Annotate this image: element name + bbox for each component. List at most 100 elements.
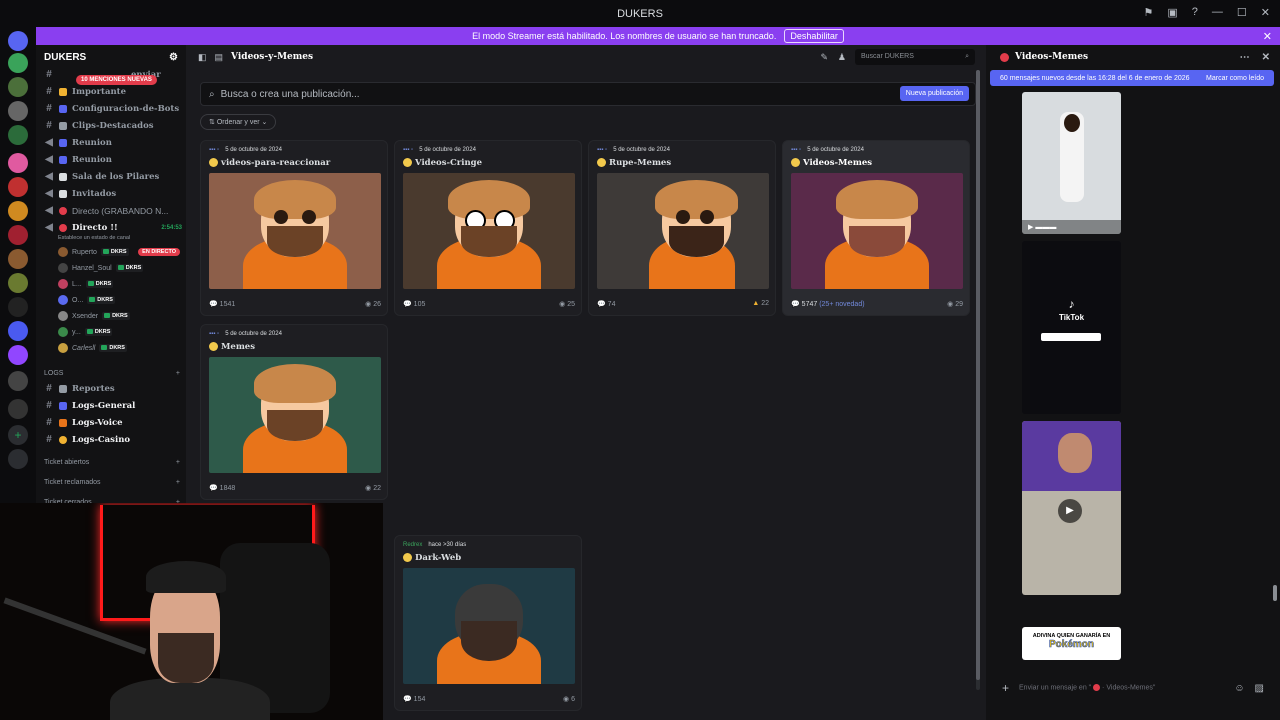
search-placeholder: Buscar DUKERS — [861, 53, 914, 60]
streamer-beard — [158, 633, 214, 683]
channel-sidebar: DUKERS ⚙ #enviar 10 MENCIONES NUEVAS #Im… — [36, 45, 186, 506]
close-icon[interactable]: ✕ — [1263, 30, 1272, 43]
settings-icon[interactable]: ⚙ — [169, 52, 178, 63]
category-tickets-claimed[interactable]: Ticket reclamados + — [44, 479, 180, 486]
video-controls[interactable]: ▶ ▬▬▬ — [1022, 220, 1121, 234]
server-icon[interactable] — [8, 101, 28, 121]
tiktok-embed[interactable]: ♪ TikTok — [1022, 241, 1121, 414]
category-logs[interactable]: LOGS + — [44, 370, 180, 377]
mark-read-button[interactable]: Marcar como leído — [1206, 75, 1264, 82]
post-search-input[interactable]: ⌕ Busca o crea una publicación... Nueva … — [200, 82, 976, 106]
video-embed[interactable]: ▶ — [1022, 421, 1121, 595]
speaker-icon: ◀ — [45, 188, 53, 199]
channel-item-logs-general[interactable]: # Logs-General — [44, 398, 135, 413]
voice-user[interactable]: Xsender DKRS — [58, 309, 130, 323]
server-folder-icon[interactable] — [8, 371, 28, 391]
disable-streamer-button[interactable]: Deshabilitar — [784, 29, 844, 43]
screen-share-icon[interactable]: ▣ — [1167, 6, 1177, 19]
voice-channel-directo[interactable]: ◀ Directo !! 2:54:53 — [44, 220, 182, 235]
server-icon[interactable] — [8, 273, 28, 293]
server-icon[interactable] — [8, 297, 28, 317]
channel-label: Clips-Destacados — [72, 120, 154, 131]
guild-header[interactable]: DUKERS ⚙ — [36, 45, 186, 69]
server-icon[interactable] — [8, 177, 28, 197]
server-icon[interactable] — [8, 321, 28, 341]
channel-icon — [59, 418, 67, 427]
home-server-icon[interactable] — [8, 31, 28, 51]
forum-post-card[interactable]: Redrex hace >30 días Dark-Web 💬 154 ◉ 6 — [394, 535, 582, 711]
inbox-icon[interactable]: ⚑ — [1144, 6, 1154, 19]
sort-label: Ordenar y ver — [216, 119, 260, 126]
emoji-icon — [403, 158, 412, 167]
server-icon[interactable] — [8, 201, 28, 221]
voice-user[interactable]: y... DKRS — [58, 325, 113, 339]
add-server-icon[interactable]: + — [8, 425, 28, 445]
voice-user[interactable]: Carlesll DKRS — [58, 341, 127, 355]
help-icon[interactable]: ? — [1192, 6, 1198, 19]
server-icon[interactable] — [8, 399, 28, 419]
channel-item-logs-casino[interactable]: # Logs-Casino — [44, 432, 130, 447]
banner-text: El modo Streamer está habilitado. Los no… — [472, 31, 777, 41]
new-messages-bar[interactable]: 60 mensajes nuevos desde las 16:28 del 6… — [990, 70, 1274, 86]
channel-status-hint[interactable]: Establece un estado de canal — [58, 235, 130, 241]
search-icon: ⌕ — [965, 53, 969, 60]
channel-item-importante[interactable]: # Importante — [44, 84, 126, 99]
close-window-button[interactable]: ✕ — [1261, 6, 1270, 19]
minimize-button[interactable]: — — [1212, 6, 1223, 19]
forum-post-card[interactable]: ▪▪▪ ▫ 5 de octubre de 2024 Memes 💬 1848 ◉ … — [200, 324, 388, 500]
voice-channel-reunion[interactable]: ◀ Reunion — [44, 135, 112, 150]
speaker-icon: ◀ — [45, 154, 53, 165]
more-options-icon[interactable]: ⋯ — [1240, 52, 1250, 63]
thread-scrollbar[interactable] — [1273, 585, 1277, 601]
voice-channel-grabando[interactable]: ◀ Directo (GRABANDO N... — [44, 203, 168, 218]
members-icon[interactable]: ♟ — [838, 52, 846, 63]
forum-post-card[interactable]: ▪▪▪ ▫ 5 de octubre de 2024 Videos-Memes 💬… — [782, 140, 970, 316]
scrollbar-thumb[interactable] — [976, 70, 980, 680]
channel-label: Logs-Voice — [72, 417, 123, 428]
sort-view-button[interactable]: ⇅ Ordenar y ver ⌄ — [200, 114, 277, 130]
voice-user[interactable]: O... DKRS — [58, 293, 115, 307]
forum-scrollbar[interactable] — [976, 70, 980, 690]
plus-icon[interactable]: + — [176, 370, 180, 377]
new-post-button[interactable]: Nueva publicación — [899, 86, 969, 101]
server-icon[interactable] — [8, 249, 28, 269]
live-timer: 2:54:53 — [161, 224, 182, 231]
threads-icon[interactable]: ◧ — [198, 52, 207, 63]
voice-user[interactable]: Hanzel_Soul DKRS — [58, 261, 144, 275]
voice-user[interactable]: Ruperto DKRS EN DIRECTO — [58, 245, 180, 259]
add-attachment-icon[interactable]: + — [1002, 681, 1009, 695]
maximize-button[interactable]: ☐ — [1237, 6, 1247, 19]
forum-post-card[interactable]: ▪▪▪ ▫ 5 de octubre de 2024 Rupe-Memes 💬 7… — [588, 140, 776, 316]
notification-icon[interactable]: ✎ — [820, 52, 828, 63]
server-icon[interactable] — [8, 153, 28, 173]
twitch-server-icon[interactable] — [8, 345, 28, 365]
video-embed[interactable]: ▶ ▬▬▬ — [1022, 92, 1121, 234]
plus-icon[interactable]: + — [176, 479, 180, 486]
forum-post-card[interactable]: ▪▪▪ ▫ 5 de octubre de 2024 videos-para-re… — [200, 140, 388, 316]
server-icon[interactable] — [8, 77, 28, 97]
channel-item-bots[interactable]: # Configuracion-de-Bots — [44, 101, 179, 116]
image-embed[interactable]: ADIVINA QUIEN GANARÍA EN Pokémon — [1022, 627, 1121, 660]
channel-item-clips[interactable]: # Clips-Destacados — [44, 118, 154, 133]
forum-post-card[interactable]: ▪▪▪ ▫ 5 de octubre de 2024 Videos-Cringe … — [394, 140, 582, 316]
tiktok-open-button[interactable] — [1041, 333, 1101, 341]
plus-icon[interactable]: + — [176, 459, 180, 466]
close-icon[interactable]: ✕ — [1262, 52, 1270, 63]
channel-item-reportes[interactable]: # Reportes — [44, 381, 114, 396]
voice-channel-reunion-2[interactable]: ◀ Reunion — [44, 152, 112, 167]
server-search-input[interactable]: Buscar DUKERS ⌕ — [855, 49, 975, 65]
server-icon[interactable] — [8, 53, 28, 73]
emoji-picker-icon[interactable]: ☺ — [1234, 683, 1244, 694]
category-tickets-open[interactable]: Ticket abiertos + — [44, 459, 180, 466]
voice-user[interactable]: L... DKRS — [58, 277, 114, 291]
fire-icon: ▲ — [752, 300, 760, 307]
message-composer[interactable]: + Enviar un mensaje en " · Videos-Memes"… — [992, 676, 1274, 700]
voice-channel-pilares[interactable]: ◀ Sala de los Pilares — [44, 169, 159, 184]
image-icon[interactable]: ▨ — [1255, 683, 1264, 694]
server-icon[interactable] — [8, 225, 28, 245]
voice-channel-invitados[interactable]: ◀ Invitados — [44, 186, 116, 201]
explore-icon[interactable] — [8, 449, 28, 469]
server-icon[interactable] — [8, 125, 28, 145]
channel-item-logs-voice[interactable]: # Logs-Voice — [44, 415, 123, 430]
play-icon[interactable]: ▶ — [1058, 499, 1082, 523]
